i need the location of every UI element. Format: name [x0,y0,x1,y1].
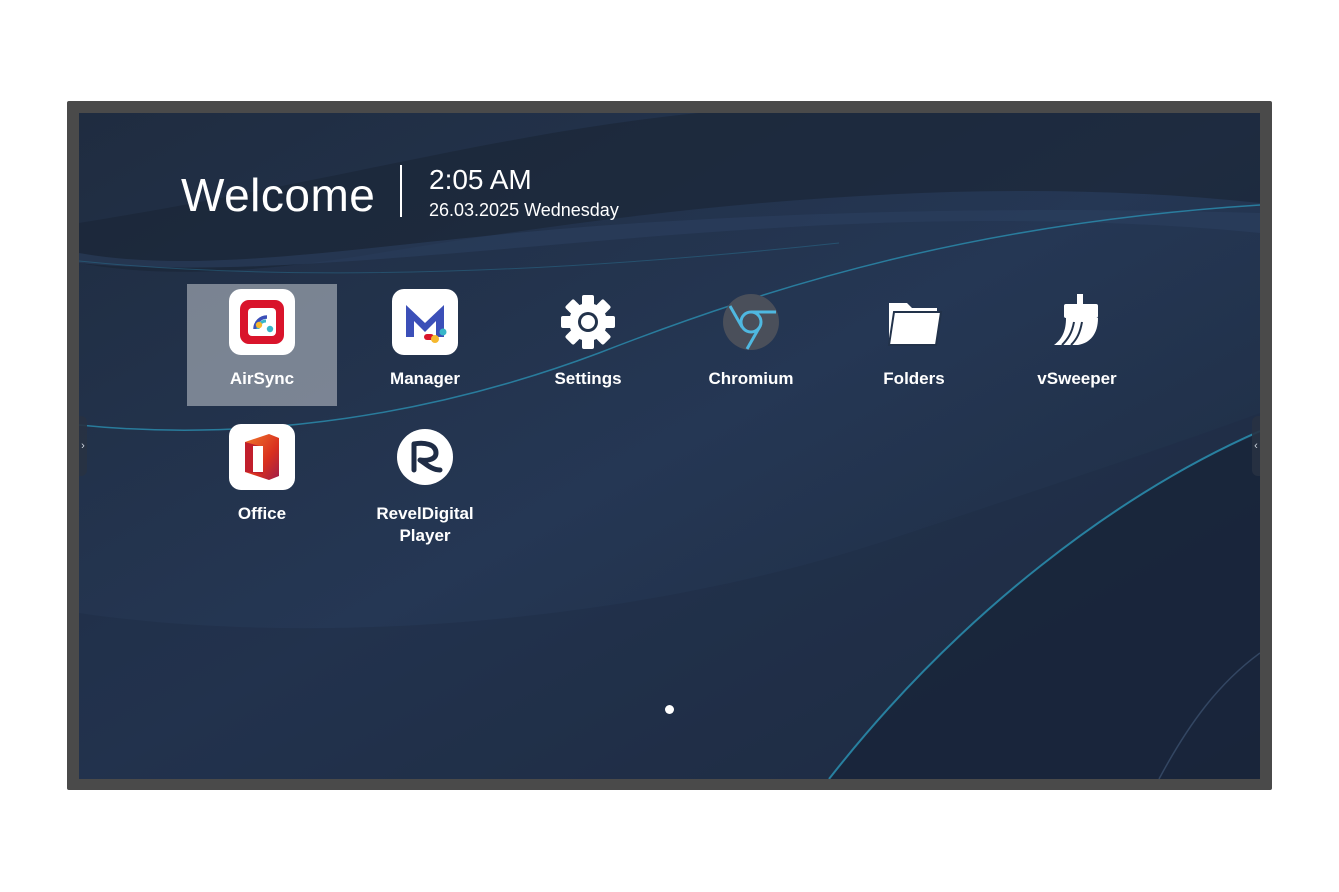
reveldigital-icon [392,424,458,490]
app-label: Office [237,504,287,523]
broom-icon [1044,289,1110,355]
app-label-line1: RevelDigital [376,504,474,523]
app-label-line2: Player [399,526,451,545]
app-label: Chromium [708,369,794,388]
chromium-icon [718,289,784,355]
app-manager[interactable]: Manager [350,284,500,406]
left-edge-handle[interactable]: › [79,416,87,476]
app-label: Folders [883,369,945,388]
app-label: AirSync [229,369,295,388]
app-folders[interactable]: Folders [839,284,989,406]
office-icon [229,424,295,490]
home-screen: Welcome 2:05 AM 26.03.2025 Wednesday Air… [79,113,1260,779]
app-reveldigital-player[interactable]: RevelDigital Player [350,419,500,545]
app-airsync[interactable]: AirSync [187,284,337,406]
right-edge-handle[interactable]: ‹ [1252,416,1260,476]
welcome-heading: Welcome [181,169,376,221]
app-settings[interactable]: Settings [513,284,663,406]
clock-time: 2:05 AM [429,164,532,195]
display-bezel: Welcome 2:05 AM 26.03.2025 Wednesday Air… [67,101,1272,790]
airsync-icon [229,289,295,355]
manager-icon [392,289,458,355]
gear-icon [555,289,621,355]
clock-date: 26.03.2025 Wednesday [429,200,619,220]
header-divider [400,165,402,217]
folder-icon [881,289,947,355]
app-label: Manager [390,369,460,388]
page-indicator-dot[interactable] [665,705,674,714]
app-vsweeper[interactable]: vSweeper [1002,284,1152,406]
app-label: Settings [554,369,622,388]
app-office[interactable]: Office [187,419,337,541]
app-chromium[interactable]: Chromium [676,284,826,406]
app-label: RevelDigital Player [350,503,500,547]
app-label: vSweeper [1037,369,1117,388]
